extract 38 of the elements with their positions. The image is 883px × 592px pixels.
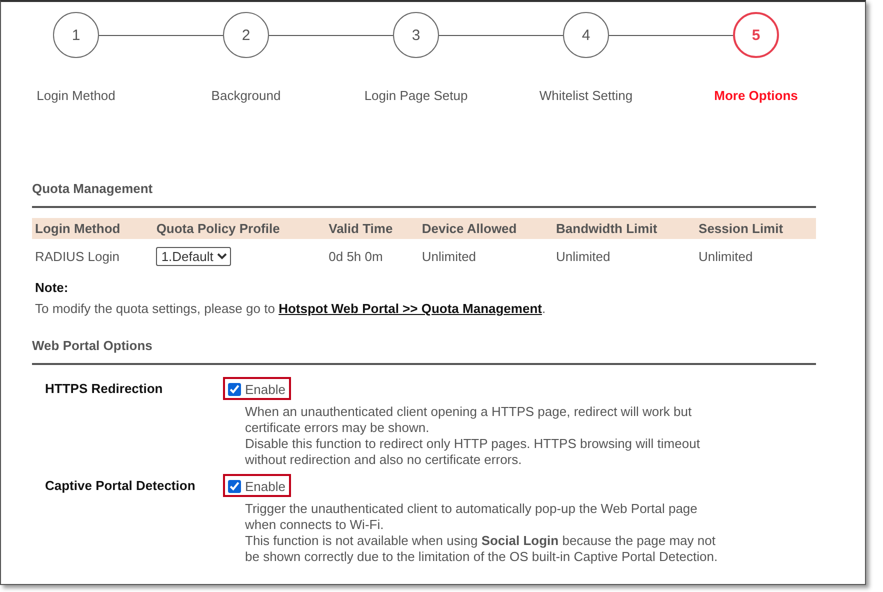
note-text: To modify the quota settings, please go to [35, 301, 276, 316]
step-circle[interactable]: 2 [223, 12, 269, 58]
option-description: This function is not available when using Social Login because the page may not be shown correctly due to the limitation of the OS built-in Captive Portal Detection. [245, 533, 719, 565]
step-circle[interactable]: 5 [733, 12, 779, 58]
column-header: Valid Time [326, 218, 419, 239]
table-cell: Unlimited [696, 239, 816, 270]
column-header: Device Allowed [418, 218, 554, 239]
enable-checkbox[interactable] [228, 480, 241, 492]
step-circle[interactable]: 4 [563, 12, 609, 58]
table-cell: 0d 5h 0m [326, 239, 419, 270]
option-description: Trigger the unauthenticated client to automatically pop-up the Web Portal page when connects to Wi-Fi. [245, 501, 698, 533]
option-description: When an unauthenticated client opening a HTTPS page, redirect will work but certificate errors may be shown. [245, 404, 693, 436]
step-label[interactable]: More Options [714, 88, 798, 103]
step-label[interactable]: Whitelist Setting [539, 88, 633, 103]
note-end: . [542, 301, 546, 316]
option-label: Captive Portal Detection [45, 477, 196, 495]
column-header: Session Limit [696, 218, 816, 239]
note-title: Note: [35, 280, 70, 295]
column-header: Quota Policy Profile [153, 218, 326, 239]
quota-link[interactable]: Hotspot Web Portal >> Quota Management [278, 301, 542, 316]
profile-select[interactable]: 1.Default [156, 247, 232, 266]
option-label: HTTPS Redirection [45, 380, 164, 398]
step-label[interactable]: Login Page Setup [364, 88, 468, 103]
section-heading: Quota Management [32, 181, 816, 208]
table-cell: RADIUS Login [32, 239, 154, 270]
enable-checkbox[interactable] [228, 382, 241, 396]
checkbox-label[interactable]: Enable [245, 382, 286, 396]
section-heading: Web Portal Options [32, 338, 816, 365]
step-label[interactable]: Background [211, 88, 281, 103]
table-cell: Unlimited [553, 239, 696, 270]
column-header: Bandwidth Limit [553, 218, 696, 239]
step-circle[interactable]: 1 [53, 12, 99, 58]
column-header: Login Method [32, 218, 154, 239]
step-circle[interactable]: 3 [393, 12, 439, 58]
checkbox-label[interactable]: Enable [245, 478, 286, 494]
step-label[interactable]: Login Method [36, 88, 116, 103]
option-description: Disable this function to redirect only HTTP pages. HTTPS browsing will timeout without redirection and also no certificate errors. [245, 436, 701, 468]
table-cell: Unlimited [418, 239, 554, 270]
